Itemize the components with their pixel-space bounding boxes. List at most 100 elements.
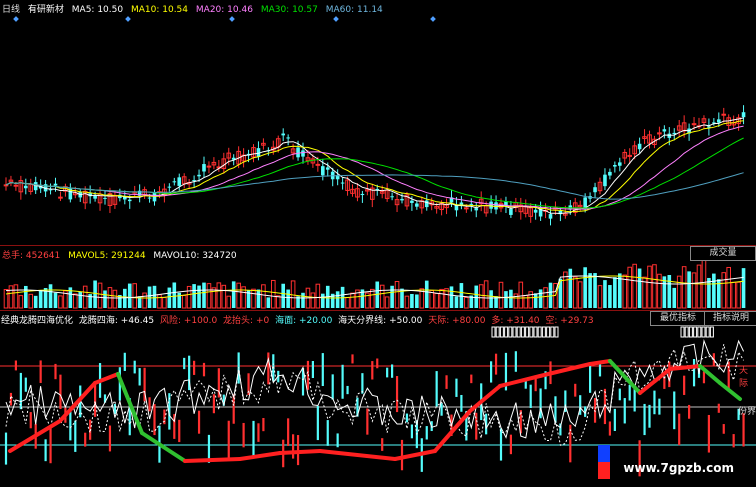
volume-bar: [275, 295, 281, 309]
candle-body: [390, 196, 394, 198]
volume-bar: [676, 275, 682, 309]
volume-bar: [24, 285, 28, 308]
volume-bar: [588, 273, 592, 308]
candle-body: [321, 166, 325, 176]
indicator-name: 经典龙腾四海优化: [1, 316, 74, 326]
volume-bar: [251, 288, 256, 309]
volume-bar: [667, 274, 672, 308]
volume-indicator-button[interactable]: 成交量: [690, 246, 756, 261]
signal-box: [520, 326, 525, 338]
volume-bar: [687, 271, 691, 308]
volume-bar: [543, 287, 548, 309]
ma5-value: MA5: 10.50: [71, 5, 124, 15]
volume-bar: [97, 282, 103, 309]
volume-bar: [236, 282, 241, 309]
bear-value: 空: +29.73: [545, 316, 594, 326]
volume-bar: [13, 284, 19, 309]
volume-bar: [202, 282, 206, 308]
candle-body: [286, 137, 290, 139]
sea-value: 海面: +20.00: [275, 316, 333, 326]
candle-body: [474, 208, 479, 211]
signal-box: [512, 326, 517, 338]
volume-bar: [48, 284, 53, 308]
volume-bar: [206, 283, 212, 309]
risk-value: 风险: +100.0: [159, 316, 218, 326]
candle-body: [360, 193, 365, 196]
indicator-panel[interactable]: 经典龙腾四海优化 龙腾四海: +46.45 风险: +100.0 龙抬头: +0…: [0, 311, 756, 487]
candle-body: [202, 164, 206, 172]
volume-bar: [123, 288, 127, 308]
candle-body: [206, 165, 212, 168]
volume-bar: [315, 283, 321, 309]
volume-bar: [533, 293, 538, 308]
signal-box: [504, 326, 509, 338]
mavol10-value: MAVOL10: 324720: [153, 251, 237, 261]
volume-bar: [197, 285, 201, 308]
candle-body: [608, 171, 612, 176]
price-panel[interactable]: 日线 有研新材 MA5: 10.50 MA10: 10.54 MA20: 10.…: [0, 0, 756, 245]
volume-bar: [8, 285, 14, 309]
total-volume: 总手: 452641: [2, 251, 61, 261]
candle-body: [509, 208, 513, 215]
candle-body: [103, 197, 107, 199]
trend-segment: [93, 372, 120, 385]
signal-box: [550, 326, 555, 338]
volume-bar: [350, 292, 355, 309]
volume-bar: [696, 264, 702, 309]
signal-box: [554, 326, 559, 338]
trend-segment: [278, 449, 322, 455]
indicator-help-button[interactable]: 指标说明: [704, 311, 756, 326]
volume-bar: [345, 297, 350, 309]
candle-body: [603, 174, 607, 187]
volume-bar: [444, 288, 449, 309]
period-label[interactable]: 日线: [2, 5, 20, 15]
volume-bar: [454, 296, 459, 308]
volume-bar: [572, 276, 578, 309]
trend-segment: [318, 449, 397, 461]
marker-diamond: [13, 16, 19, 22]
volume-bar: [632, 263, 637, 309]
volume-bar: [181, 294, 187, 309]
volume-bar: [162, 297, 167, 309]
volume-bar: [721, 272, 727, 309]
candle-body: [340, 182, 345, 184]
volume-bar: [726, 266, 732, 309]
candle-body: [167, 186, 172, 188]
volume-bar: [226, 295, 232, 309]
volume-bar: [504, 291, 508, 308]
candle-body: [325, 167, 330, 170]
volume-bar: [652, 264, 657, 309]
volume-bar: [464, 296, 469, 309]
volume-bar: [82, 285, 88, 309]
volume-bar: [53, 292, 58, 308]
volume-bar: [172, 282, 177, 308]
candle-body: [741, 112, 746, 118]
watermark-text: www.7gpzb.com: [623, 461, 734, 475]
volume-bar: [390, 285, 394, 308]
volume-bar: [518, 281, 524, 309]
candle-body: [58, 196, 63, 199]
volume-bar: [707, 277, 711, 308]
candle-body: [127, 199, 132, 202]
volume-bar: [498, 281, 504, 309]
candle-body: [613, 164, 617, 167]
volume-bar: [613, 277, 617, 308]
volume-bar: [647, 265, 652, 309]
volume-bar: [410, 293, 414, 308]
volume-bar: [256, 289, 261, 308]
volume-bar: [93, 280, 97, 308]
indicator-header: 经典龙腾四海优化 龙腾四海: +46.45 风险: +100.0 龙抬头: +0…: [1, 313, 597, 326]
candle-body: [424, 200, 429, 208]
best-indicator-button[interactable]: 最优指标: [650, 311, 706, 326]
volume-bar: [449, 286, 454, 308]
volume-bar: [186, 285, 192, 309]
volume-panel[interactable]: 总手: 452641 MAVOL5: 291244 MAVOL10: 32472…: [0, 246, 756, 310]
ma10-value: MA10: 10.54: [130, 5, 189, 15]
volume-bar: [271, 279, 276, 309]
volume-bar: [18, 295, 24, 309]
volume-bar: [152, 285, 157, 308]
volume-bar: [603, 280, 607, 308]
signal-box: [684, 326, 689, 338]
volume-bar: [142, 292, 147, 309]
marker-diamond: [229, 16, 235, 22]
